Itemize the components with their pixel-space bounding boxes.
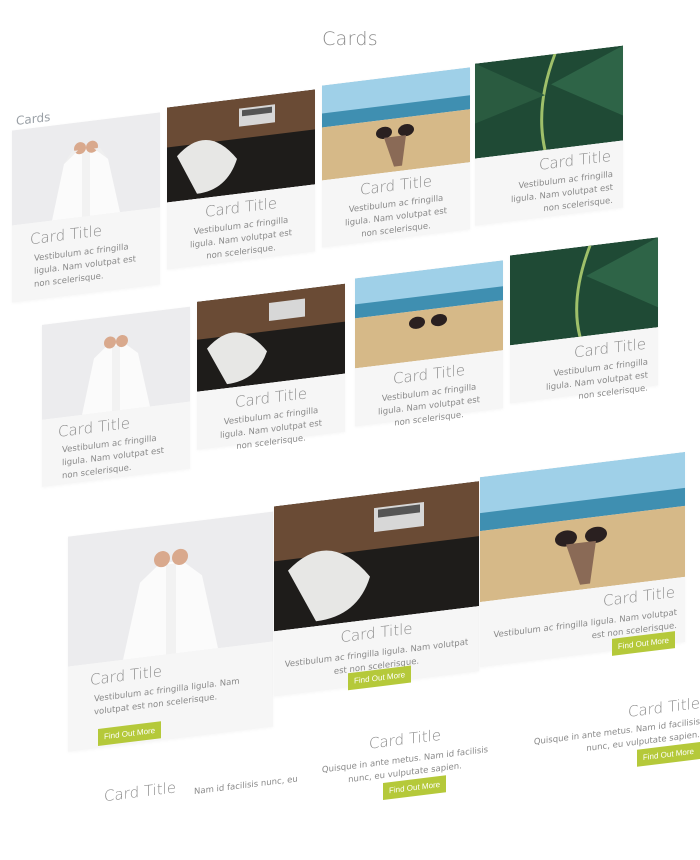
desk-laptop-photo: [197, 283, 345, 392]
card-text: Vestibulum ac fringilla ligula. Nam volu…: [511, 169, 613, 215]
cards-stage: Cards Card Title Vestibulum ac fringilla…: [0, 0, 700, 805]
sunglasses-beach-photo: [480, 451, 685, 603]
card-title: Card Title: [30, 221, 103, 249]
card-title: Card Title: [104, 778, 177, 806]
card[interactable]: Card Title Quisque in ante metus. Nam id…: [520, 694, 700, 776]
leaf-photo: [510, 237, 658, 346]
sunglasses-beach-photo: [322, 67, 470, 181]
shirt-photo: [42, 306, 190, 420]
card-text: Nam id facilisis nunc, eu: [194, 774, 298, 798]
find-out-more-button[interactable]: Find Out More: [98, 721, 162, 746]
card[interactable]: Card Title Vestibulum ac fringilla ligul…: [274, 481, 479, 697]
desk-laptop-photo: [167, 89, 315, 203]
desk-laptop-photo: [274, 481, 479, 632]
card[interactable]: Card Title Vestibulum ac fringilla ligul…: [42, 306, 190, 487]
shirt-photo: [68, 511, 273, 667]
card[interactable]: Card Title Vestibulum ac fringilla ligul…: [322, 67, 470, 248]
shirt-photo: [12, 112, 160, 226]
card[interactable]: Card Title Vestibulum ac fringilla ligul…: [510, 237, 658, 404]
card[interactable]: Card Title Vestibulum ac fringilla ligul…: [480, 451, 685, 668]
card[interactable]: Card Title Vestibulum ac fringilla ligul…: [355, 260, 503, 429]
card-title: Card Title: [90, 662, 163, 689]
card-text: Vestibulum ac fringilla ligula. Nam volu…: [34, 242, 136, 290]
section-label: Cards: [16, 109, 51, 129]
card[interactable]: Card Title Vestibulum ac fringilla ligul…: [167, 89, 315, 270]
card[interactable]: Card Title Nam id facilisis nunc, eu: [90, 764, 298, 849]
card[interactable]: Card Title Vestibulum ac fringilla ligul…: [197, 283, 345, 452]
card[interactable]: Card Title Vestibulum ac fringilla ligul…: [475, 45, 623, 226]
card-title: Card Title: [602, 583, 675, 610]
card[interactable]: Card Title Vestibulum ac fringilla ligul…: [68, 511, 273, 752]
card-text: Vestibulum ac fringilla ligula. Nam volu…: [546, 357, 648, 402]
leaf-photo: [475, 45, 623, 159]
sunglasses-beach-photo: [355, 260, 503, 369]
card[interactable]: Card Title Quisque in ante metus. Nam id…: [305, 718, 505, 803]
card[interactable]: Card Title Vestibulum ac fringilla ligul…: [12, 112, 160, 303]
